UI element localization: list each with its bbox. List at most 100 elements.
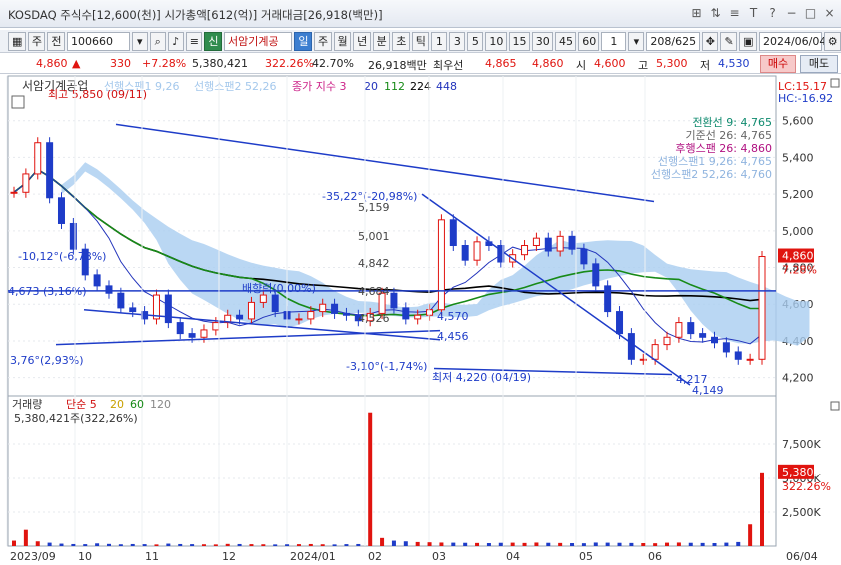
legend-ma20: 20 xyxy=(364,80,378,93)
candle-body xyxy=(532,237,540,247)
minute-step-1[interactable]: 1 xyxy=(431,31,448,51)
ichimoku-value-4: 선행스팬2 52,26: 4,760 xyxy=(651,168,772,181)
candle-body xyxy=(212,322,220,331)
open-label: 시 xyxy=(576,59,587,72)
volume-legend-ma120: 120 xyxy=(150,398,171,411)
minute-step-10[interactable]: 10 xyxy=(485,31,507,51)
price-tick-label-0: 5,600 xyxy=(782,115,814,128)
search-icon[interactable]: ⌕ xyxy=(149,31,166,51)
credit-badge: 신 xyxy=(204,31,222,51)
volume-bar xyxy=(748,524,753,546)
period-month[interactable]: 월 xyxy=(333,31,352,51)
best-ask-label: 최우선 xyxy=(433,59,464,72)
count-input[interactable]: 1 xyxy=(601,31,627,51)
minute-step-60[interactable]: 60 xyxy=(578,31,600,51)
volume-bar xyxy=(617,542,622,546)
menu-toggle-icon[interactable]: ≡ xyxy=(185,31,203,51)
volume-bar xyxy=(581,543,586,546)
volume-bar xyxy=(166,543,171,546)
count-dropdown-icon[interactable]: ▾ xyxy=(628,31,645,51)
layout-icon[interactable]: ⊞ xyxy=(689,5,704,21)
minute-step-30[interactable]: 30 xyxy=(531,31,553,51)
annotation-12: 4,456 xyxy=(437,330,469,343)
period-year[interactable]: 년 xyxy=(353,31,371,51)
sync-icon[interactable]: ⇅ xyxy=(708,5,723,21)
candle-body xyxy=(236,314,244,320)
candle-body xyxy=(93,274,101,287)
candle-body xyxy=(10,191,18,194)
gear-icon[interactable]: ⚙ xyxy=(823,31,841,51)
period-tick[interactable]: 틱 xyxy=(411,31,430,51)
candle-body xyxy=(746,358,754,361)
panel-close-icon xyxy=(830,78,840,88)
minute-step-45[interactable]: 45 xyxy=(554,31,577,51)
low-price: 4,530 xyxy=(718,57,750,70)
chart-grid-icon[interactable]: ▦ xyxy=(8,31,26,51)
volume-bar xyxy=(320,544,325,546)
close-icon[interactable]: × xyxy=(822,5,837,21)
volume-bar xyxy=(201,544,206,546)
save-icon[interactable]: ▣ xyxy=(739,31,757,51)
price-tick-label-1: 5,400 xyxy=(782,151,814,164)
price-change: 330 xyxy=(110,57,131,70)
period-second[interactable]: 초 xyxy=(392,31,410,51)
menu-icon[interactable]: ≡ xyxy=(727,5,742,21)
period-week[interactable]: 주 xyxy=(313,31,332,51)
date-tick-label-0: 2023/09 xyxy=(10,550,56,563)
annotation-8: 4,842 xyxy=(358,257,390,270)
stock-code-input[interactable]: 100660 xyxy=(66,31,130,51)
help-icon[interactable]: ? xyxy=(765,5,780,21)
high-price: 5,300 xyxy=(656,57,688,70)
stock-name-field[interactable]: 서암기계공 xyxy=(223,31,293,51)
price-change-pct: +7.28% xyxy=(142,57,187,70)
draw-icon[interactable]: ✎ xyxy=(720,31,738,51)
candle-body xyxy=(675,322,683,338)
volume-bar xyxy=(486,543,491,546)
period-minute[interactable]: 분 xyxy=(372,31,391,51)
volume-bar xyxy=(130,543,135,546)
type-dropdown[interactable]: 주 xyxy=(27,31,46,51)
date-cursor-label: 06/04 xyxy=(786,550,818,563)
annotation-16: 4,149 xyxy=(692,384,724,397)
minute-step-15[interactable]: 15 xyxy=(508,31,530,51)
chevron-down-icon[interactable]: ▾ xyxy=(131,31,148,51)
volume-tick-label-2: 2,500K xyxy=(782,506,821,519)
legend-ma224: 224 xyxy=(410,80,431,93)
open-price: 4,600 xyxy=(594,57,626,70)
text-icon[interactable]: T xyxy=(746,5,761,21)
sell-button[interactable]: 매도 xyxy=(800,55,838,73)
volume-bar xyxy=(47,542,52,546)
volume-bar xyxy=(391,540,396,546)
volume-bar xyxy=(427,542,432,546)
annotation-4: 배향력(0,00%) xyxy=(242,282,316,295)
minute-step-5[interactable]: 5 xyxy=(467,31,484,51)
crosshair-icon[interactable]: ✥ xyxy=(701,31,719,51)
candle-body xyxy=(604,285,612,313)
annotation-14: 최저 4,220 (04/19) xyxy=(432,371,531,384)
bid-price: 4,860 xyxy=(532,57,564,70)
maximize-icon[interactable]: □ xyxy=(803,5,818,21)
annotation-13: -3,10°(-1,74%) xyxy=(346,360,427,373)
volume-bar xyxy=(23,529,28,546)
candle-body xyxy=(200,329,208,338)
range-field[interactable]: 208/625 xyxy=(646,31,700,51)
stock-chart[interactable]: 5,6005,4005,2005,0004,8004,6004,4004,200… xyxy=(0,74,841,565)
volume-bar xyxy=(296,544,301,546)
annotation-6: 5,159 xyxy=(358,201,390,214)
buy-button[interactable]: 매수 xyxy=(760,55,796,73)
candle-body xyxy=(295,318,303,321)
date-tick-label-6: 03 xyxy=(432,550,446,563)
volume-panel-close-icon xyxy=(830,401,840,411)
date-tick-label-1: 10 xyxy=(78,550,92,563)
candle-body xyxy=(390,292,398,309)
period-day[interactable]: 일 xyxy=(294,31,312,51)
date-input[interactable]: 2024/06/04 xyxy=(758,31,826,51)
prefix-button[interactable]: 전 xyxy=(47,31,65,51)
volume-bar xyxy=(225,543,230,546)
sound-icon[interactable]: ♪ xyxy=(167,31,184,51)
date-tick-label-2: 11 xyxy=(145,550,159,563)
volume-bar xyxy=(213,544,218,546)
volume-bar xyxy=(463,542,468,546)
minute-step-3[interactable]: 3 xyxy=(449,31,466,51)
minimize-icon[interactable]: − xyxy=(784,5,799,21)
